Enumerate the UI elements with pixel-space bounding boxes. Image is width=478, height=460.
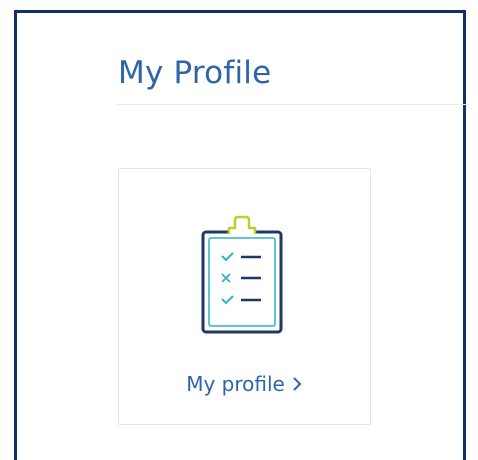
- my-profile-label: My profile: [186, 372, 285, 396]
- page-title: My Profile: [118, 55, 272, 91]
- clipboard-checklist-icon: [201, 215, 283, 334]
- my-profile-card[interactable]: My profile: [118, 168, 371, 425]
- my-profile-link[interactable]: My profile: [119, 372, 370, 396]
- title-divider: [117, 104, 469, 105]
- screenshot-frame: My Profile My profile: [14, 10, 469, 460]
- chevron-right-icon: [293, 377, 302, 391]
